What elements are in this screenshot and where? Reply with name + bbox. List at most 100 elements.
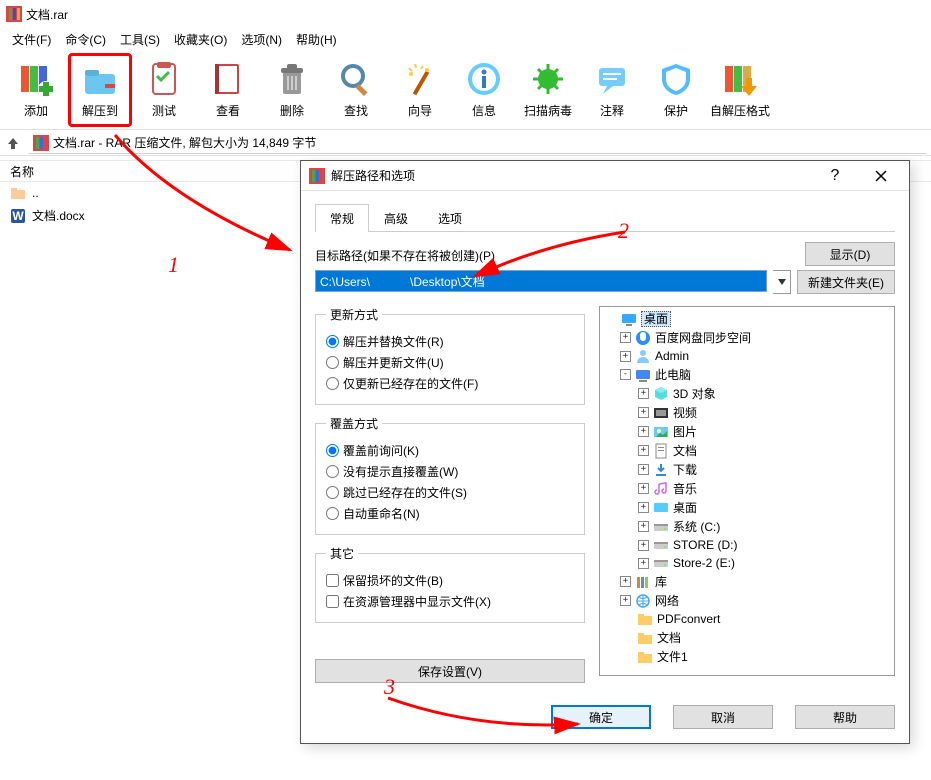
tool-add[interactable]: 添加: [4, 53, 68, 127]
tab-options[interactable]: 选项: [423, 204, 477, 232]
tool-wizard[interactable]: 向导: [388, 53, 452, 127]
folder-icon: [637, 649, 653, 665]
menu-favorites[interactable]: 收藏夹(O): [168, 29, 233, 50]
cancel-button[interactable]: 取消: [673, 705, 773, 729]
tool-comment[interactable]: 注释: [580, 53, 644, 127]
tree-item[interactable]: +系统 (C:): [602, 517, 892, 536]
tree-label: 桌面: [641, 310, 671, 327]
misc-opt-0[interactable]: 保留损坏的文件(B): [326, 572, 574, 589]
tree-label: 百度网盘同步空间: [655, 329, 751, 346]
dest-path-dropdown[interactable]: [773, 270, 791, 294]
tool-info[interactable]: 信息: [452, 53, 516, 127]
menu-bar: 文件(F) 命令(C) 工具(S) 收藏夹(O) 选项(N) 帮助(H): [0, 28, 931, 50]
tree-item[interactable]: +图片: [602, 422, 892, 441]
tree-expander[interactable]: +: [620, 351, 631, 362]
update-opt-2[interactable]: 仅更新已经存在的文件(F): [326, 375, 574, 392]
tree-item[interactable]: +文档: [602, 441, 892, 460]
view-icon: [209, 60, 247, 98]
tree-item[interactable]: +桌面: [602, 498, 892, 517]
folder-tree[interactable]: 桌面+百度网盘同步空间+Admin-此电脑+3D 对象+视频+图片+文档+下载+…: [599, 306, 895, 676]
svg-text:W: W: [12, 209, 24, 223]
tree-expander[interactable]: +: [638, 521, 649, 532]
tree-expander[interactable]: +: [638, 483, 649, 494]
app-icon: [6, 6, 22, 22]
tree-item[interactable]: 桌面: [602, 309, 892, 328]
misc-opt-1[interactable]: 在资源管理器中显示文件(X): [326, 593, 574, 610]
tool-extract-to[interactable]: 解压到: [68, 53, 132, 127]
update-opt-0[interactable]: 解压并替换文件(R): [326, 333, 574, 350]
close-button[interactable]: [861, 162, 901, 190]
tree-expander[interactable]: +: [620, 595, 631, 606]
dest-path-input[interactable]: [315, 270, 767, 292]
tree-label: STORE (D:): [673, 538, 737, 552]
tree-item[interactable]: + 网络: [602, 591, 892, 610]
tab-general[interactable]: 常规: [315, 204, 369, 232]
folder-icon: [637, 630, 653, 646]
help-dialog-button[interactable]: 帮助: [795, 705, 895, 729]
tree-item[interactable]: +Admin: [602, 347, 892, 365]
dialog-footer: 确定 取消 帮助: [301, 695, 909, 743]
menu-help[interactable]: 帮助(H): [290, 29, 343, 50]
tool-scan-virus[interactable]: 扫描病毒: [516, 53, 580, 127]
test-icon: [145, 60, 183, 98]
menu-tools[interactable]: 工具(S): [114, 29, 166, 50]
menu-file[interactable]: 文件(F): [6, 29, 57, 50]
tool-sfx[interactable]: 自解压格式: [708, 53, 772, 127]
misc-group: 其它 保留损坏的文件(B) 在资源管理器中显示文件(X): [315, 545, 585, 623]
tree-expander[interactable]: +: [638, 426, 649, 437]
tree-item[interactable]: + 百度网盘同步空间: [602, 328, 892, 347]
info-icon: [465, 60, 503, 98]
overwrite-opt-2[interactable]: 跳过已经存在的文件(S): [326, 484, 574, 501]
tree-item[interactable]: +下载: [602, 460, 892, 479]
help-button[interactable]: ?: [815, 162, 855, 190]
tree-item[interactable]: 文件1: [602, 647, 892, 666]
menu-options[interactable]: 选项(N): [235, 29, 288, 50]
pictures-icon: [653, 424, 669, 440]
tree-expander[interactable]: +: [620, 332, 631, 343]
tool-view[interactable]: 查看: [196, 53, 260, 127]
tree-item[interactable]: +3D 对象: [602, 384, 892, 403]
tree-item[interactable]: -此电脑: [602, 365, 892, 384]
tree-expander[interactable]: +: [638, 445, 649, 456]
tree-label: 库: [655, 573, 667, 590]
tab-advanced[interactable]: 高级: [369, 204, 423, 232]
overwrite-opt-3[interactable]: 自动重命名(N): [326, 505, 574, 522]
up-button[interactable]: [4, 134, 22, 152]
tree-item[interactable]: 文档: [602, 628, 892, 647]
tree-expander[interactable]: +: [638, 388, 649, 399]
drive-icon: [653, 519, 669, 535]
tool-protect[interactable]: 保护: [644, 53, 708, 127]
tool-find[interactable]: 查找: [324, 53, 388, 127]
protect-icon: [657, 60, 695, 98]
tree-item[interactable]: PDFconvert: [602, 610, 892, 628]
tree-expander[interactable]: +: [638, 502, 649, 513]
dialog-icon: [309, 168, 325, 184]
tool-delete[interactable]: 删除: [260, 53, 324, 127]
tree-expander[interactable]: +: [638, 558, 649, 569]
overwrite-opt-0[interactable]: 覆盖前询问(K): [326, 442, 574, 459]
overwrite-opt-1[interactable]: 没有提示直接覆盖(W): [326, 463, 574, 480]
tree-expander[interactable]: +: [638, 540, 649, 551]
tree-expander[interactable]: -: [620, 369, 631, 380]
tree-item[interactable]: +音乐: [602, 479, 892, 498]
tree-item[interactable]: +库: [602, 572, 892, 591]
tree-expander[interactable]: +: [638, 464, 649, 475]
sfx-icon: [721, 60, 759, 98]
tree-expander[interactable]: +: [620, 576, 631, 587]
menu-command[interactable]: 命令(C): [59, 29, 112, 50]
save-settings-button[interactable]: 保存设置(V): [315, 659, 585, 683]
tree-item[interactable]: +Store-2 (E:): [602, 554, 892, 572]
ok-button[interactable]: 确定: [551, 705, 651, 729]
new-folder-button[interactable]: 新建文件夹(E): [797, 270, 895, 294]
tool-test[interactable]: 测试: [132, 53, 196, 127]
tree-expander[interactable]: +: [638, 407, 649, 418]
tree-item[interactable]: + STORE (D:): [602, 536, 892, 554]
tree-label: 网络: [655, 592, 679, 609]
comment-icon: [593, 60, 631, 98]
show-button[interactable]: 显示(D): [805, 242, 895, 266]
path-display[interactable]: 文档.rar - RAR 压缩文件, 解包大小为 14,849 字节: [28, 131, 927, 154]
update-opt-1[interactable]: 解压并更新文件(U): [326, 354, 574, 371]
lib-icon: [635, 574, 651, 590]
tree-item[interactable]: +视频: [602, 403, 892, 422]
video-icon: [653, 405, 669, 421]
